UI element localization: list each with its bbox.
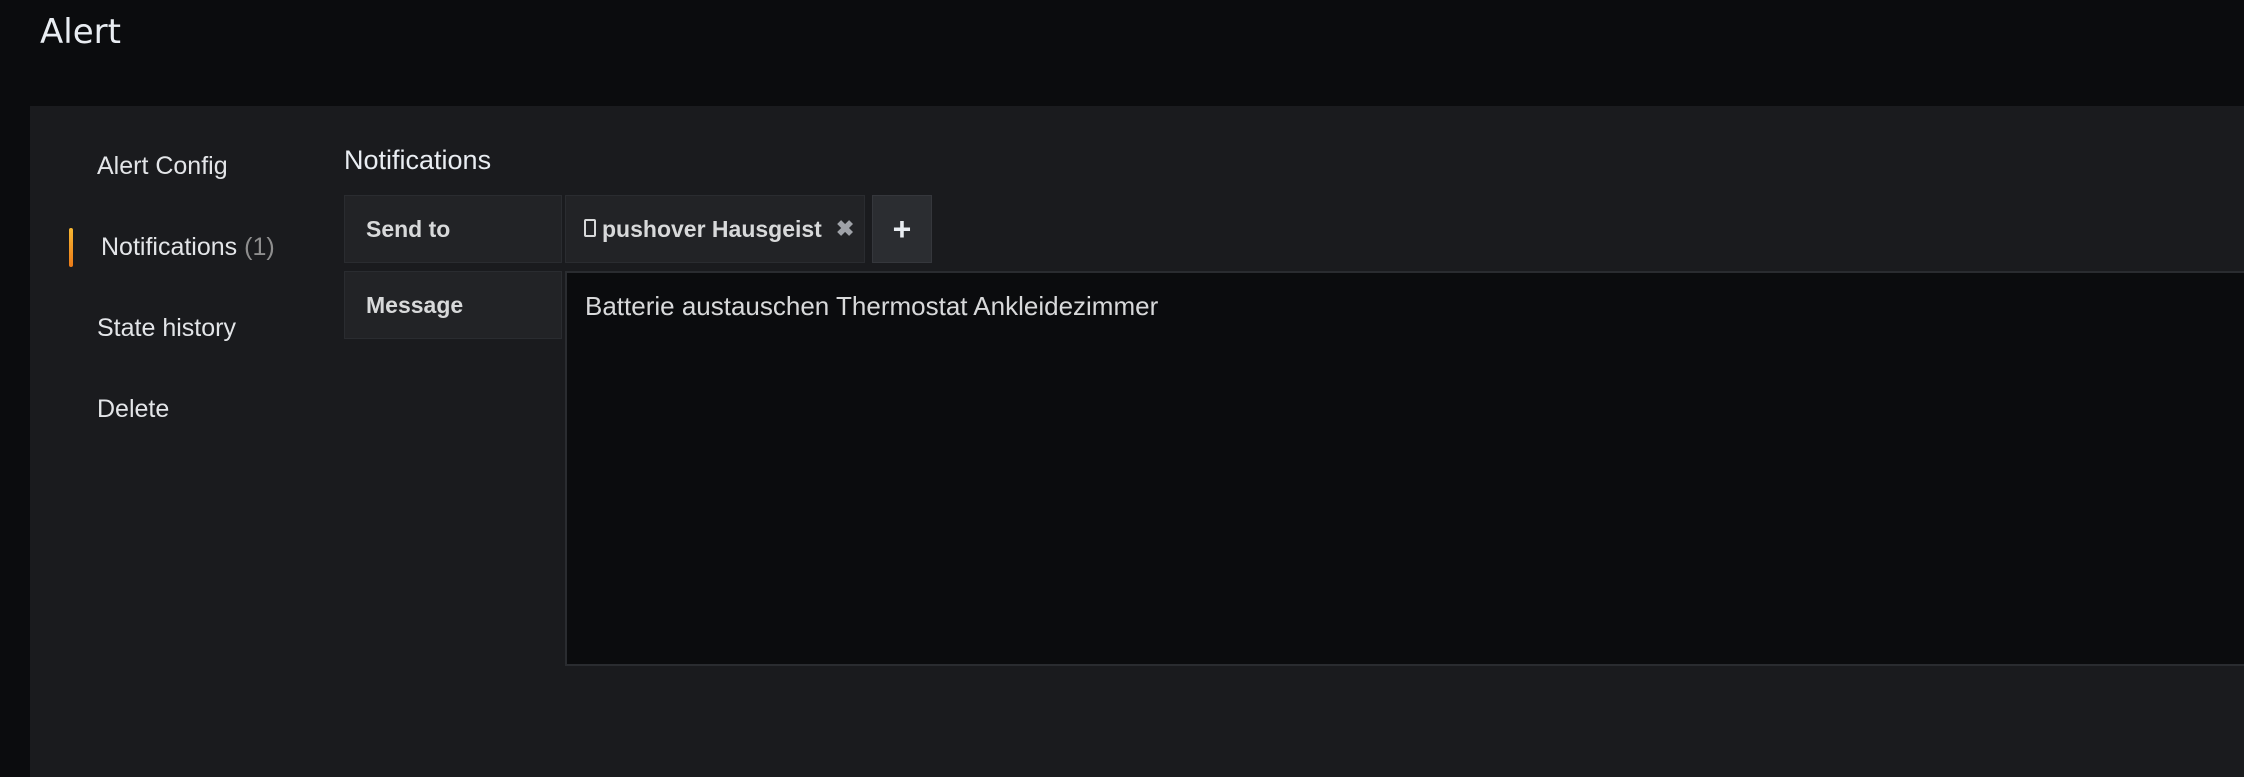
nav-item-delete[interactable]: Delete bbox=[97, 395, 169, 424]
nav-item-label: Notifications bbox=[101, 233, 238, 261]
active-indicator bbox=[69, 228, 73, 267]
nav-item-state-history[interactable]: State history bbox=[97, 314, 236, 343]
message-label: Message bbox=[344, 271, 562, 339]
nav-item-notifications[interactable]: Notifications (1) bbox=[101, 233, 275, 262]
message-input[interactable]: Batterie austauschen Thermostat Ankleide… bbox=[565, 271, 2244, 666]
page-header: Alert bbox=[0, 0, 2244, 106]
nav-item-alert-config[interactable]: Alert Config bbox=[97, 152, 228, 181]
notifier-chip-label: pushover Hausgeist bbox=[602, 215, 822, 242]
nav-item-label: Alert Config bbox=[97, 152, 228, 180]
page-title: Alert bbox=[40, 12, 121, 52]
nav-item-label: Delete bbox=[97, 395, 170, 423]
add-notifier-button[interactable]: + bbox=[872, 195, 932, 263]
plus-icon: + bbox=[892, 210, 912, 247]
notifications-count: (1) bbox=[244, 233, 275, 261]
section-title: Notifications bbox=[344, 145, 492, 175]
alert-sidenav: Alert Config Notifications (1) State his… bbox=[30, 106, 330, 777]
send-to-label: Send to bbox=[344, 195, 562, 263]
close-icon[interactable]: ✖ bbox=[836, 216, 854, 242]
mobile-phone-icon bbox=[584, 219, 596, 237]
notifier-chip[interactable]: pushover Hausgeist ✖ bbox=[565, 195, 865, 263]
alert-panel: Alert Config Notifications (1) State his… bbox=[30, 106, 2244, 777]
nav-item-label: State history bbox=[97, 314, 236, 342]
